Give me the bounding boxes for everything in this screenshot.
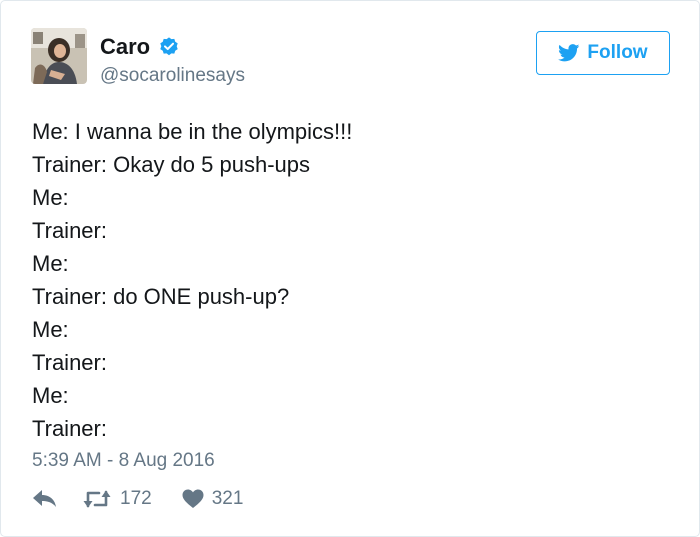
tweet-line: Me: <box>32 383 69 408</box>
verified-badge-icon <box>160 37 178 56</box>
user-handle[interactable]: @socarolinesays <box>100 65 245 87</box>
retweet-icon <box>83 490 111 508</box>
reply-icon <box>33 490 56 507</box>
retweet-count: 172 <box>120 488 152 509</box>
tweet-actions: 172 321 <box>32 488 243 510</box>
twitter-bird-icon <box>558 44 580 62</box>
follow-button[interactable]: Follow <box>536 31 670 75</box>
user-name-text: Caro <box>100 34 151 59</box>
avatar-image <box>31 28 87 84</box>
tweet-line: Trainer: do ONE push-up? <box>32 284 290 309</box>
reply-button[interactable] <box>32 489 58 509</box>
retweet-button[interactable]: 172 <box>82 488 152 510</box>
tweet-line: Trainer: <box>32 416 107 441</box>
tweet-line: Me: I wanna be in the olympics!!! <box>32 119 353 144</box>
tweet-line: Me: <box>32 251 69 276</box>
tweet-card: Caro @socarolinesays Follow Me: I wanna … <box>0 0 700 537</box>
user-name[interactable]: Caro <box>100 34 180 60</box>
tweet-line: Trainer: <box>32 350 107 375</box>
tweet-line: Me: <box>32 185 69 210</box>
tweet-line: Me: <box>32 317 69 342</box>
heart-icon <box>182 489 204 508</box>
like-count: 321 <box>211 488 244 509</box>
follow-button-label: Follow <box>587 42 648 63</box>
tweet-timestamp[interactable]: 5:39 AM - 8 Aug 2016 <box>32 450 215 472</box>
tweet-text: Me: I wanna be in the olympics!!! Traine… <box>32 115 352 445</box>
tweet-line: Trainer: <box>32 218 107 243</box>
avatar[interactable] <box>31 28 87 84</box>
like-button[interactable]: 321 <box>182 488 244 510</box>
tweet-line: Trainer: Okay do 5 push-ups <box>32 152 310 177</box>
